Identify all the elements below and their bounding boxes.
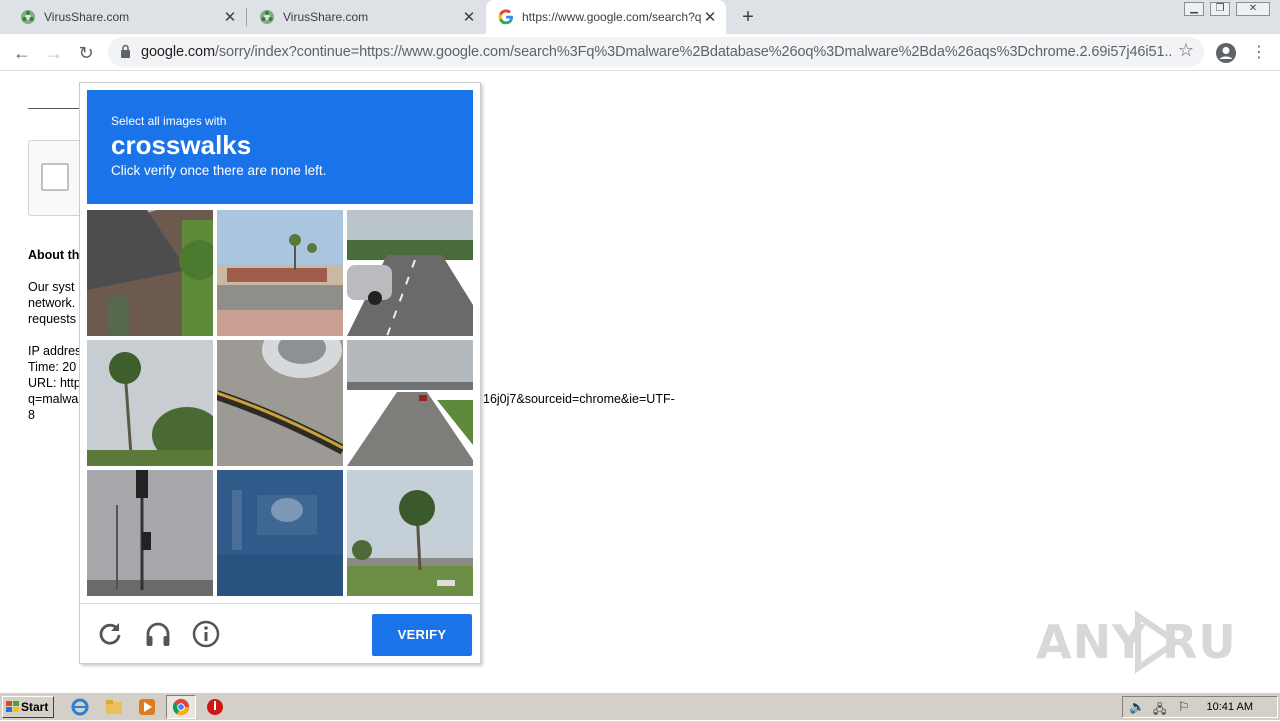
info-icon[interactable] (191, 619, 221, 649)
back-arrow-icon[interactable]: ← (9, 40, 35, 66)
file-explorer-icon[interactable] (104, 697, 124, 717)
image-tile-palm-tree[interactable] (87, 340, 213, 466)
url-end-line: 8 (28, 408, 35, 422)
biohazard-icon (260, 10, 274, 24)
internet-explorer-icon[interactable] (70, 697, 90, 717)
close-tab-icon[interactable]: ✕ (222, 8, 238, 26)
restore-button[interactable]: ❐ (1210, 2, 1230, 16)
image-tile-water-blur[interactable] (217, 470, 343, 596)
tab-title: VirusShare.com (283, 10, 369, 24)
lock-icon (121, 44, 130, 58)
browser-toolbar: ← → ↻ google.com/sorry/index?continue=ht… (0, 34, 1280, 71)
start-label: Start (21, 700, 49, 714)
tab-title: VirusShare.com (44, 10, 130, 24)
tab-strip: VirusShare.com ✕ VirusShare.com ✕ https:… (0, 0, 1280, 34)
system-tray: 🔈 🖧 ⚐ 10:41 AM (1122, 696, 1278, 718)
close-tab-icon[interactable]: ✕ (702, 8, 718, 26)
verify-button[interactable]: VERIFY (372, 614, 472, 656)
google-icon (498, 9, 513, 25)
url-text: google.com/sorry/index?continue=https://… (141, 44, 1171, 60)
volume-icon[interactable]: 🔈 (1129, 699, 1145, 715)
anyrun-watermark: ANY RUN (1036, 610, 1275, 685)
audio-challenge-icon[interactable] (143, 619, 173, 649)
challenge-hint: Click verify once there are none left. (111, 163, 327, 178)
close-window-button[interactable]: ✕ (1236, 2, 1270, 16)
time-line: Time: 20 (28, 360, 77, 374)
body-line-3: requests (28, 312, 76, 326)
recaptcha-checkbox[interactable] (41, 163, 69, 191)
new-tab-button[interactable]: + (736, 4, 760, 30)
chrome-taskbar-button[interactable] (166, 695, 196, 719)
bookmark-star-icon[interactable]: ☆ (1178, 40, 1194, 61)
tab-virusshare-1[interactable]: VirusShare.com ✕ (0, 0, 246, 34)
svg-text:ANY: ANY (1036, 615, 1146, 669)
ip-address-line: IP addres (28, 344, 82, 358)
action-center-flag-icon[interactable]: ⚐ (1178, 699, 1190, 715)
challenge-footer: VERIFY (80, 603, 480, 663)
url-query-tail: 16j0j7&sourceid=chrome&ie=UTF- (483, 392, 675, 406)
reload-icon[interactable]: ↻ (73, 40, 99, 66)
url-path: /sorry/index?continue=https://www.google… (214, 44, 1171, 60)
start-button[interactable]: Start (2, 696, 54, 718)
menu-kebab-icon[interactable]: ⋮ (1246, 40, 1272, 66)
image-tile-highway-overpass[interactable] (347, 340, 473, 466)
body-line-1: Our syst (28, 280, 75, 294)
profile-avatar-icon[interactable] (1215, 42, 1237, 64)
image-tile-traffic-light[interactable] (87, 470, 213, 596)
minimize-button[interactable]: ▁ (1184, 2, 1204, 16)
challenge-intro: Select all images with (111, 114, 227, 128)
body-line-2: network. (28, 296, 76, 310)
taskbar-clock: 10:41 AM (1206, 701, 1253, 713)
about-heading: About th (28, 248, 80, 262)
url-host: google.com (141, 44, 215, 60)
image-tile-tire-curb[interactable] (217, 340, 343, 466)
recaptcha-challenge-popup: Select all images with crosswalks Click … (79, 82, 481, 664)
tab-virusshare-2[interactable]: VirusShare.com ✕ (239, 0, 485, 34)
url-line: URL: http (28, 376, 81, 390)
image-tile-highway-car[interactable] (347, 210, 473, 336)
chrome-icon (172, 698, 190, 716)
tab-google-search[interactable]: https://www.google.com/search?q= ✕ (486, 0, 726, 34)
image-tile-storefront-street[interactable] (217, 210, 343, 336)
reload-challenge-icon[interactable] (95, 619, 125, 649)
url-query-line: q=malwa (28, 392, 79, 406)
tab-title: https://www.google.com/search?q= (522, 10, 702, 24)
image-tile-house-roof[interactable] (87, 210, 213, 336)
svg-text:RUN: RUN (1162, 615, 1236, 669)
challenge-target: crosswalks (111, 130, 252, 160)
windows-taskbar: Start 🔈 🖧 ⚐ 10:41 AM (0, 692, 1280, 720)
media-player-icon[interactable] (137, 697, 157, 717)
biohazard-icon (21, 10, 35, 24)
challenge-header: Select all images with crosswalks Click … (87, 90, 473, 204)
image-tile-palm-park[interactable] (347, 470, 473, 596)
network-icon[interactable]: 🖧 (1153, 700, 1166, 721)
forward-arrow-icon[interactable]: → (41, 40, 67, 66)
close-tab-icon[interactable]: ✕ (461, 8, 477, 26)
stop-icon[interactable] (205, 697, 225, 717)
address-bar[interactable]: google.com/sorry/index?continue=https://… (108, 37, 1204, 67)
windows-logo-icon (6, 701, 19, 712)
